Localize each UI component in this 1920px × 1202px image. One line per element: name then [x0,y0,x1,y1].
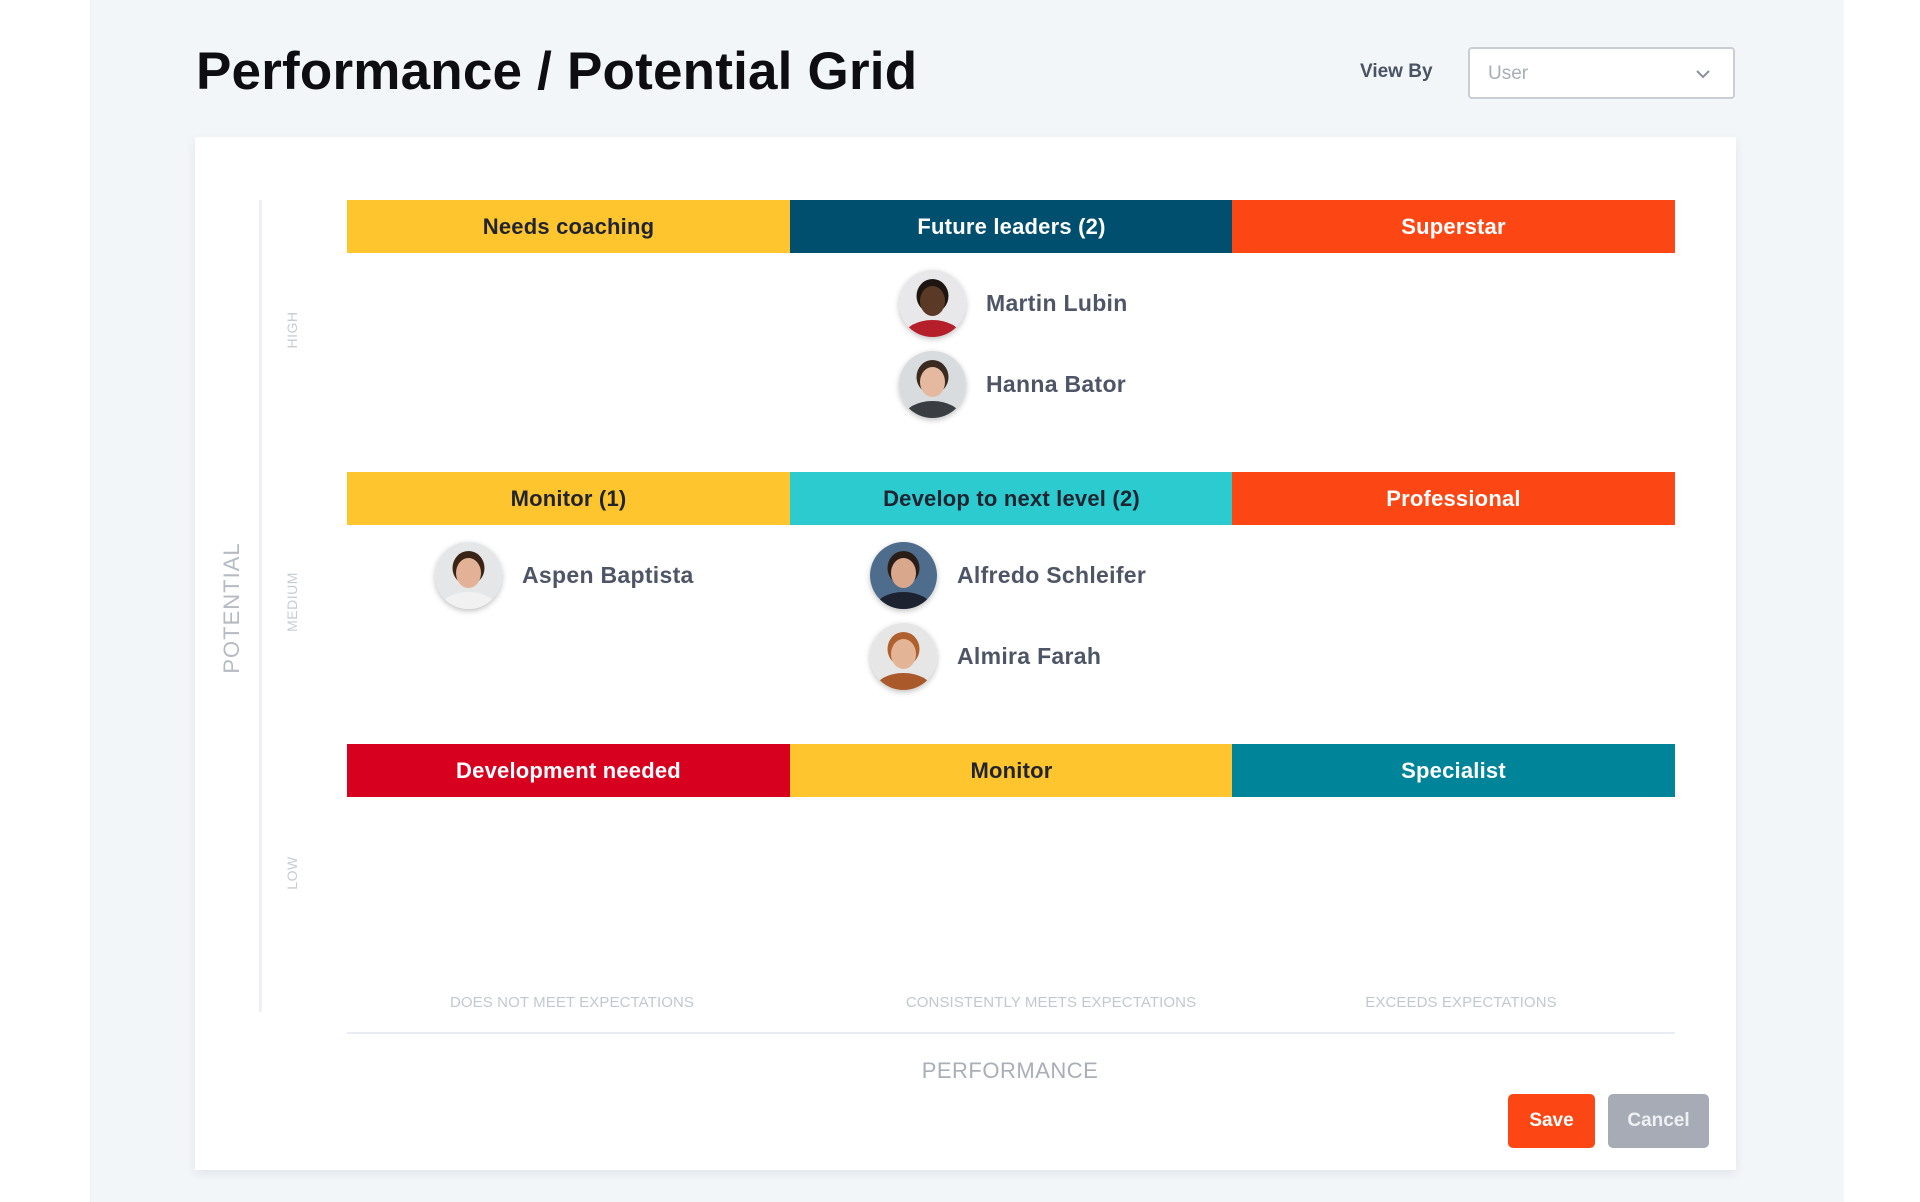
category-header[interactable]: Monitor (1) [347,472,790,525]
avatar [870,542,937,609]
performance-column-label: CONSISTENTLY MEETS EXPECTATIONS [905,994,1197,1011]
row-label-medium: MEDIUM [284,572,300,632]
avatar-photo [899,351,966,418]
potential-axis-label: POTENTIAL [219,542,244,674]
avatar-photo [870,623,937,690]
category-header[interactable]: Develop to next level (2) [790,472,1233,525]
performance-column-label: EXCEEDS EXPECTATIONS [1365,994,1557,1011]
potential-axis-line [259,200,262,1012]
person-name: Almira Farah [957,643,1102,669]
person-name: Martin Lubin [986,290,1128,316]
view-by-value: User [1488,63,1529,84]
person-name: Hanna Bator [986,371,1127,397]
category-header[interactable]: Needs coaching [347,200,790,253]
performance-axis-label: PERFORMANCE [921,1058,1099,1083]
view-by-label: View By [1360,61,1433,82]
avatar [870,623,937,690]
person-name: Aspen Baptista [522,562,694,588]
save-button[interactable]: Save [1508,1094,1595,1148]
person-card[interactable]: Martin Lubin [899,270,1128,337]
person-name: Alfredo Schleifer [957,562,1147,588]
person-card[interactable]: Almira Farah [870,623,1101,690]
page-title: Performance / Potential Grid [196,42,918,101]
avatar-photo [870,542,937,609]
performance-column-label: DOES NOT MEET EXPECTATIONS [449,994,695,1011]
performance-axis-line [347,1032,1675,1034]
category-header[interactable]: Specialist [1232,744,1675,797]
row-label-low: LOW [284,856,300,890]
avatar [435,542,502,609]
person-card[interactable]: Aspen Baptista [435,542,694,609]
row-label-high: HIGH [284,311,300,349]
cancel-button[interactable]: Cancel [1608,1094,1709,1148]
category-header[interactable]: Professional [1232,472,1675,525]
avatar [899,270,966,337]
person-card[interactable]: Alfredo Schleifer [870,542,1146,609]
view-by-select[interactable]: User [1468,47,1735,99]
category-header[interactable]: Superstar [1232,200,1675,253]
avatar-photo [435,542,502,609]
avatar [899,351,966,418]
category-header[interactable]: Monitor [790,744,1233,797]
person-card[interactable]: Hanna Bator [899,351,1126,418]
avatar-photo [899,270,966,337]
category-header[interactable]: Future leaders (2) [790,200,1233,253]
chevron-down-icon [1696,70,1710,79]
category-header[interactable]: Development needed [347,744,790,797]
